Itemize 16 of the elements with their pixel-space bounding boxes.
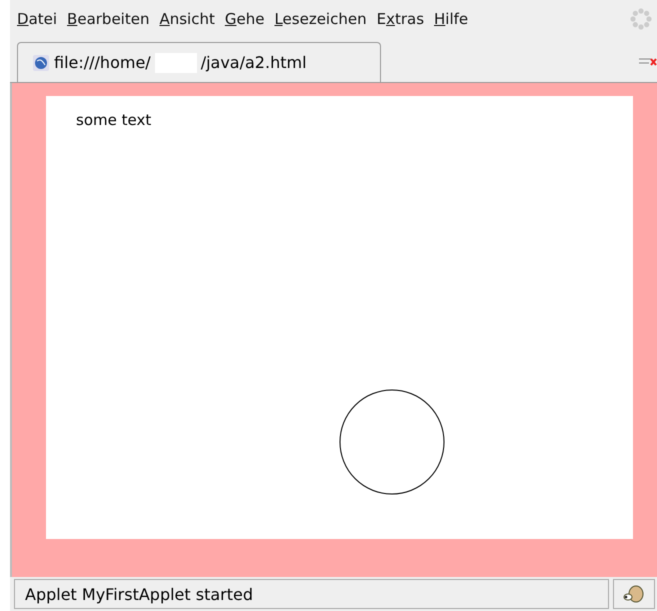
menu-item[interactable]: Extras bbox=[376, 10, 424, 28]
applet-text: some text bbox=[76, 111, 152, 129]
menu-item[interactable]: Hilfe bbox=[434, 10, 468, 28]
menu-item[interactable]: Gehe bbox=[224, 10, 264, 28]
status-icon-panel[interactable] bbox=[613, 579, 655, 609]
menu-item[interactable]: Bearbeiten bbox=[67, 10, 150, 28]
menu-item[interactable]: Datei bbox=[17, 10, 58, 28]
status-text: Applet MyFirstApplet started bbox=[14, 579, 609, 609]
url-text: file:///home/ bbox=[54, 53, 151, 72]
menu-item[interactable]: Lesezeichen bbox=[274, 10, 367, 28]
activity-icon bbox=[629, 7, 653, 31]
url-text: /java/a2.html bbox=[200, 53, 307, 72]
globe-icon bbox=[32, 54, 50, 72]
dog-icon bbox=[623, 584, 645, 604]
browser-tab[interactable]: file:///home/ /java/a2.html bbox=[17, 42, 381, 82]
menu-item[interactable]: Ansicht bbox=[159, 10, 215, 28]
